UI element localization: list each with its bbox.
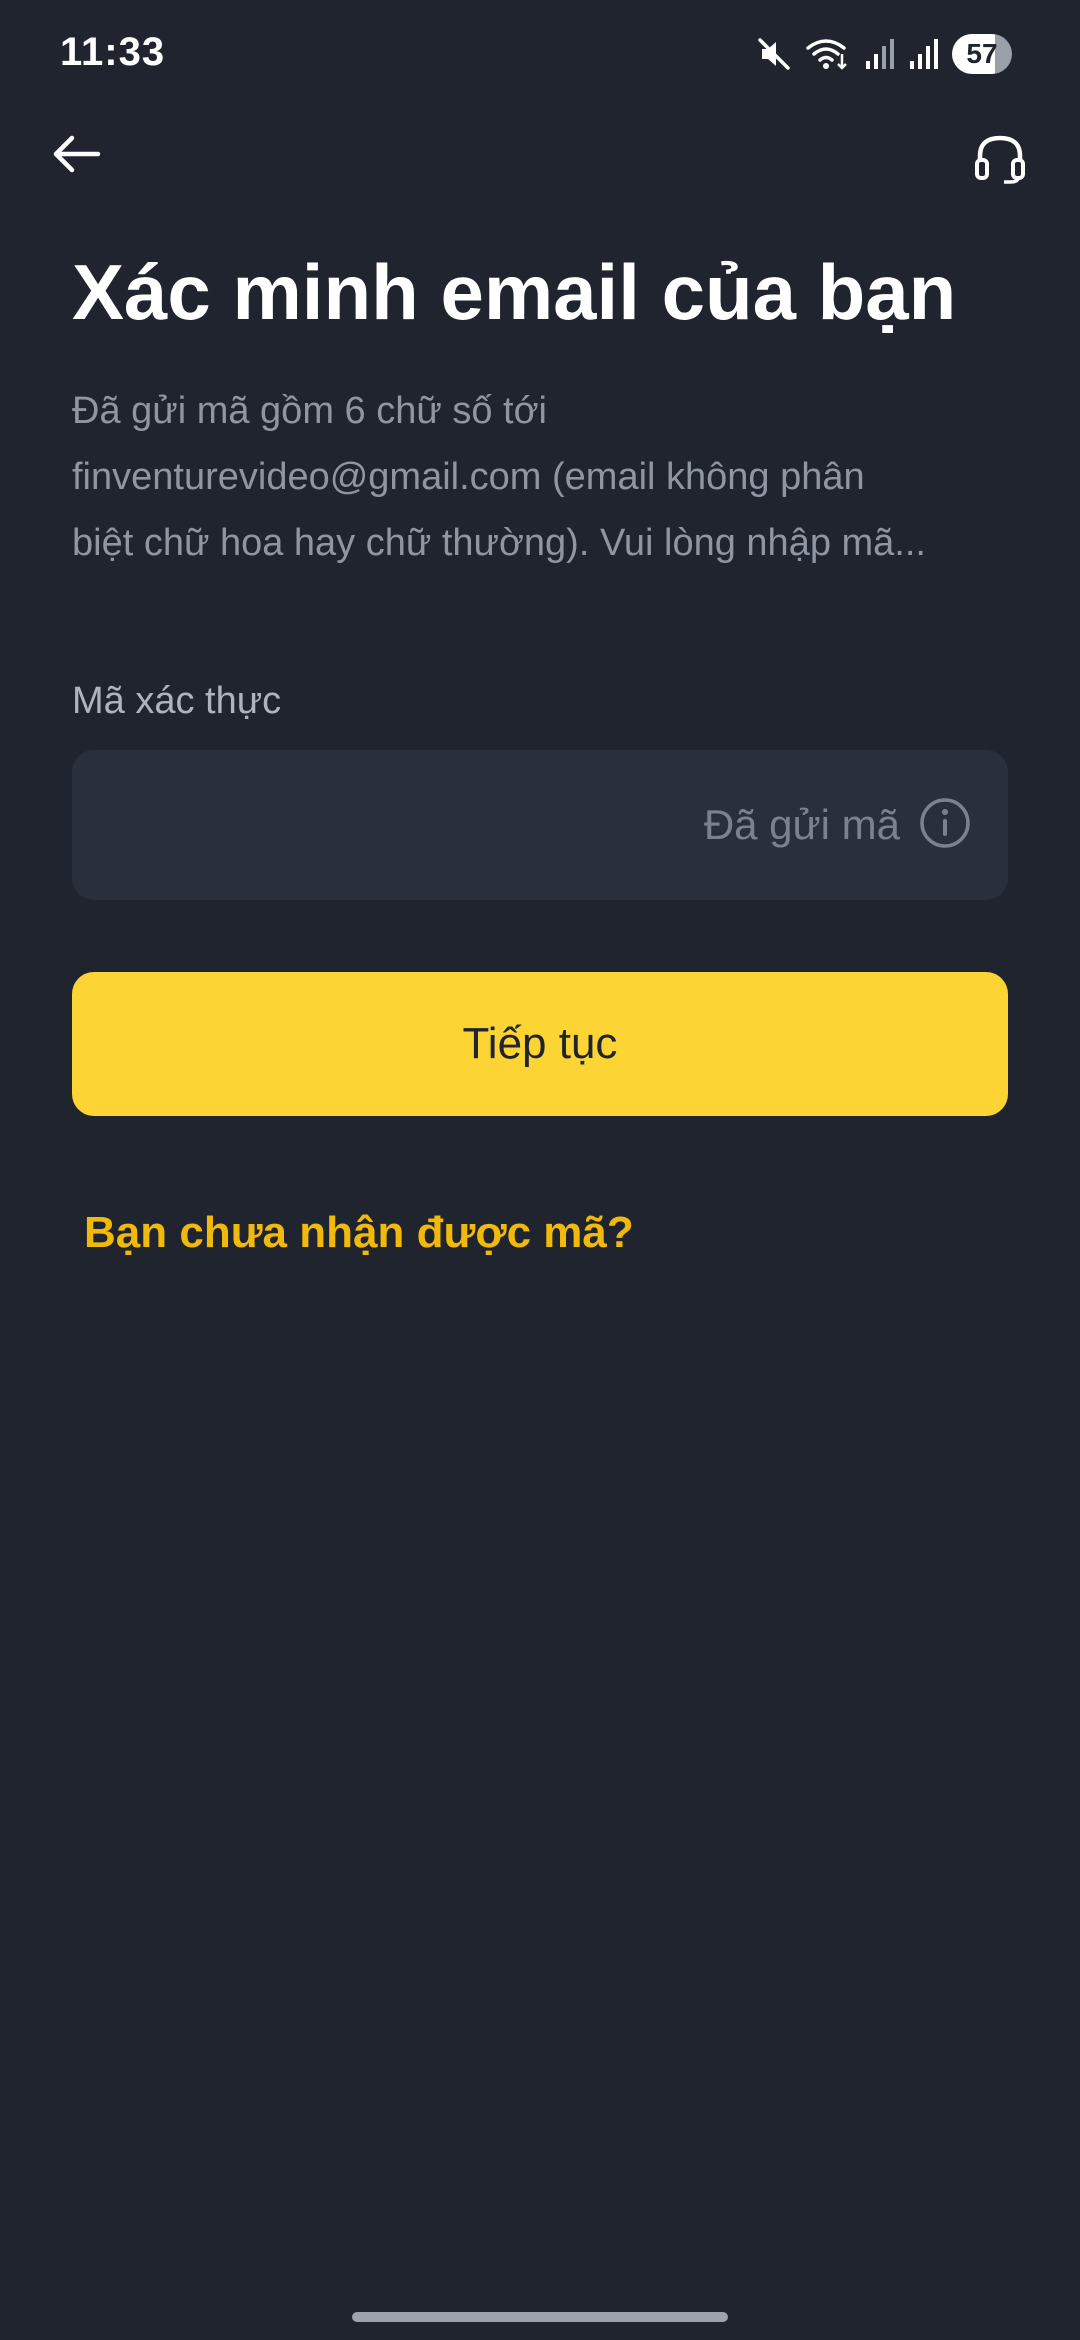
instruction-line: biệt chữ hoa hay chữ thường). Vui lòng n…	[72, 522, 926, 564]
info-icon[interactable]	[918, 796, 972, 855]
wifi-icon	[806, 36, 850, 72]
arrow-left-icon	[50, 132, 102, 181]
instruction-line: Đã gửi mã gồm 6 chữ số tới	[72, 390, 547, 432]
support-button[interactable]	[964, 124, 1036, 196]
continue-button[interactable]: Tiếp tục	[72, 972, 1008, 1116]
signal-icon	[908, 37, 938, 71]
status-bar: 11:33 57	[0, 0, 1080, 110]
code-field[interactable]: Đã gửi mã	[72, 750, 1008, 902]
resend-code-link[interactable]: Bạn chưa nhận được mã?	[84, 1208, 634, 1258]
verification-code-input[interactable]	[100, 750, 664, 902]
code-sent-text: Đã gửi mã	[703, 801, 900, 848]
battery-indicator: 57	[952, 34, 1012, 74]
code-field-label: Mã xác thực	[72, 680, 282, 722]
status-icons: 57	[756, 30, 1012, 78]
page-title: Xác minh email của bạn	[72, 248, 957, 336]
back-button[interactable]	[44, 124, 108, 188]
home-indicator[interactable]	[352, 2312, 728, 2322]
code-sent-indicator: Đã gửi mã	[704, 750, 972, 900]
status-time: 11:33	[60, 30, 166, 74]
instruction-text: Đã gửi mã gồm 6 chữ số tới finventurevid…	[72, 378, 1012, 576]
mute-icon	[756, 36, 792, 72]
headset-icon	[972, 132, 1028, 189]
verify-email-screen: 11:33 57 Xác minh email của bạn Đã gửi m…	[0, 0, 1080, 2340]
instruction-email-line: finventurevideo@gmail.com (email không p…	[72, 456, 865, 498]
signal-icon	[864, 37, 894, 71]
